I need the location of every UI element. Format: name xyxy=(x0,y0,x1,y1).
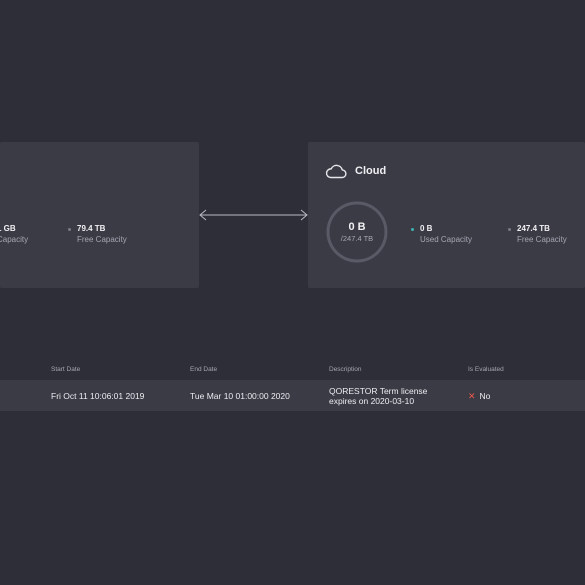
row-start-date: Fri Oct 11 10:06:01 2019 xyxy=(51,391,145,401)
free-capacity-value: 79.4 TB xyxy=(77,224,106,233)
not-evaluated-x-icon: ✕ xyxy=(468,391,476,401)
column-header-is-evaluated[interactable]: Is Evaluated xyxy=(468,366,504,373)
page: 1 GB Capacity 79.4 TB Free Capacity Clou… xyxy=(0,0,585,585)
cloud-used-capacity-value: 0 B xyxy=(420,224,433,233)
used-capacity-stat: 1 GB Capacity xyxy=(0,224,28,245)
row-is-evaluated-value: No xyxy=(479,391,491,401)
cloud-icon xyxy=(325,164,347,179)
local-storage-panel: 1 GB Capacity 79.4 TB Free Capacity xyxy=(0,142,199,288)
cloud-used-capacity-label: Used Capacity xyxy=(420,235,473,244)
cloud-free-capacity-stat: 247.4 TB Free Capacity xyxy=(517,224,567,245)
capacity-ring: 0 B /247.4 TB xyxy=(325,200,389,264)
free-capacity-stat: 79.4 TB Free Capacity xyxy=(77,224,127,245)
ring-total-value: /247.4 TB xyxy=(340,233,374,243)
cloud-free-dot-icon xyxy=(508,228,511,231)
column-header-end-date[interactable]: End Date xyxy=(190,366,217,373)
used-capacity-value: 1 GB xyxy=(0,224,16,233)
column-header-description[interactable]: Description xyxy=(329,366,362,373)
cloud-title: Cloud xyxy=(355,165,387,177)
used-capacity-dot-icon xyxy=(411,228,414,231)
row-end-date: Tue Mar 10 01:00:00 2020 xyxy=(190,391,290,401)
column-header-start-date[interactable]: Start Date xyxy=(51,366,80,373)
free-capacity-label: Free Capacity xyxy=(77,235,127,244)
ring-used-value: 0 B xyxy=(348,220,366,233)
cloud-header: Cloud xyxy=(325,163,386,179)
cloud-free-capacity-label: Free Capacity xyxy=(517,235,567,244)
table-row[interactable]: Fri Oct 11 10:06:01 2019 Tue Mar 10 01:0… xyxy=(0,380,585,411)
license-table-header: Start Date End Date Description Is Evalu… xyxy=(0,366,585,376)
bidirectional-arrow-icon xyxy=(199,209,308,221)
cloud-storage-panel: Cloud 0 B /247.4 TB 0 B Used Capacity 24… xyxy=(308,142,585,288)
free-capacity-dot-icon xyxy=(68,228,71,231)
row-is-evaluated: ✕ No xyxy=(468,391,490,401)
used-capacity-label: Capacity xyxy=(0,235,29,244)
row-description: QORESTOR Term license expires on 2020-03… xyxy=(329,386,428,406)
cloud-used-capacity-stat: 0 B Used Capacity xyxy=(420,224,472,245)
cloud-free-capacity-value: 247.4 TB xyxy=(517,224,550,233)
